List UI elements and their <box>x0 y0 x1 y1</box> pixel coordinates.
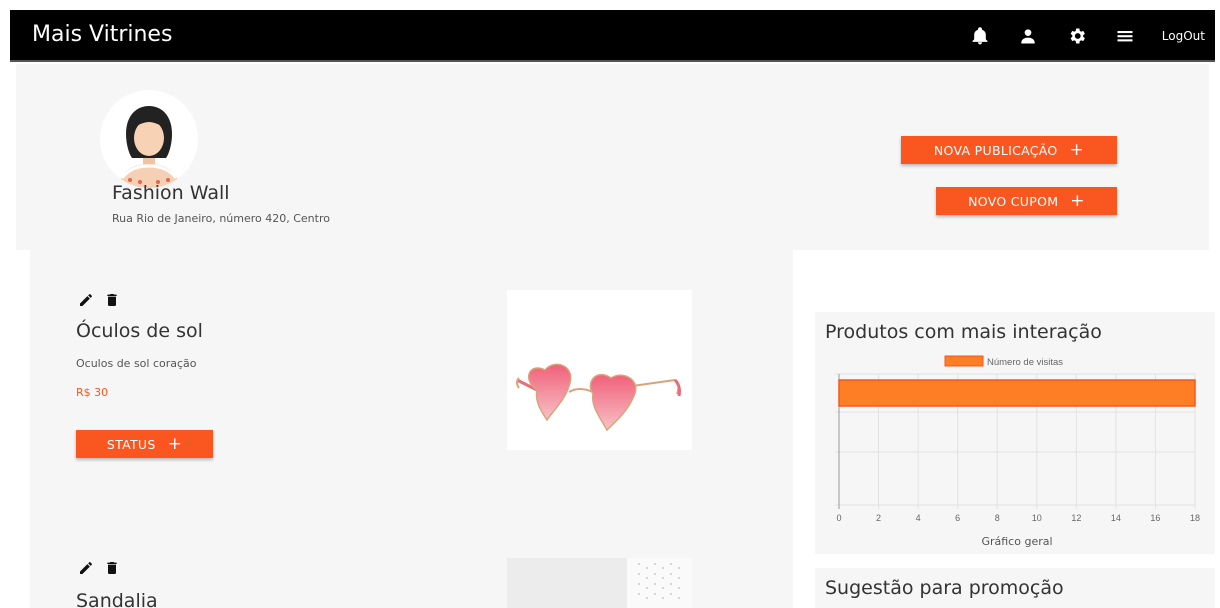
shop-name: Fashion Wall <box>112 182 230 204</box>
gear-icon[interactable] <box>1067 26 1087 46</box>
brand-title[interactable]: Mais Vitrines <box>32 22 172 47</box>
x-tick-label: 2 <box>876 513 881 523</box>
new-post-label: NOVA PUBLICAÇÃO <box>933 142 1058 158</box>
legend-swatch <box>944 355 984 367</box>
product-price: R$ 30 <box>76 386 109 399</box>
plus-icon: + <box>1069 139 1085 160</box>
logout-link[interactable]: LogOut <box>1162 29 1205 43</box>
top-navbar: Mais Vitrines LogOut <box>10 10 1215 62</box>
heart-sunglasses-icon <box>516 363 681 432</box>
product-name: Óculos de sol <box>76 320 203 342</box>
product-name: Sandalia <box>76 590 158 608</box>
edit-icon[interactable] <box>78 292 94 308</box>
woman-avatar-icon <box>118 106 180 188</box>
product-list: Óculos de sol Oculos de sol coração R$ 3… <box>30 250 793 608</box>
x-axis-label: Gráfico geral <box>981 535 1052 548</box>
promo-card: Sugestão para promoção <box>815 568 1215 608</box>
bar <box>838 379 1196 407</box>
x-tick-label: 16 <box>1150 513 1160 523</box>
x-tick-label: 0 <box>836 513 841 523</box>
x-tick-label: 6 <box>955 513 960 523</box>
product-image <box>507 290 692 450</box>
sidebar: Produtos com mais interação Número de vi… <box>793 250 1215 608</box>
shop-address: Rua Rio de Janeiro, número 420, Centro <box>112 212 330 225</box>
x-tick-label: 10 <box>1032 513 1042 523</box>
promo-title: Sugestão para promoção <box>825 577 1064 599</box>
app-window: Mais Vitrines LogOut Fashion Wall Rua Ri… <box>10 10 1215 608</box>
user-icon[interactable] <box>1018 26 1038 46</box>
product-description: Oculos de sol coração <box>76 357 197 370</box>
edit-icon[interactable] <box>78 560 94 576</box>
legend-label: Número de visitas <box>987 357 1063 368</box>
plus-icon: + <box>167 433 183 454</box>
dotted-pattern-icon <box>507 558 692 608</box>
plus-icon: + <box>1070 190 1085 211</box>
x-tick-label: 12 <box>1071 513 1081 523</box>
status-label: STATUS <box>106 436 156 452</box>
product-actions <box>78 292 120 308</box>
status-button[interactable]: STATUS + <box>76 430 213 458</box>
bell-icon[interactable] <box>970 26 990 46</box>
new-post-button[interactable]: NOVA PUBLICAÇÃO + <box>901 136 1117 164</box>
new-coupon-button[interactable]: NOVO CUPOM + <box>936 187 1117 215</box>
menu-icon[interactable] <box>1115 26 1135 46</box>
x-tick-label: 8 <box>995 513 1000 523</box>
x-tick-label: 18 <box>1190 513 1200 523</box>
delete-icon[interactable] <box>104 292 120 308</box>
avatar <box>100 90 198 188</box>
x-tick-label: 14 <box>1111 513 1121 523</box>
product-image <box>507 558 692 608</box>
chart-card: Produtos com mais interação Número de vi… <box>815 312 1215 554</box>
delete-icon[interactable] <box>104 560 120 576</box>
chart-title: Produtos com mais interação <box>825 321 1102 343</box>
product-actions <box>78 560 120 576</box>
new-coupon-label: NOVO CUPOM <box>968 193 1059 209</box>
bar-chart: Número de visitas 0 2 4 6 8 10 12 14 16 18 Gráfico … <box>835 355 1200 548</box>
profile-panel: Fashion Wall Rua Rio de Janeiro, número … <box>16 64 1209 250</box>
x-tick-label: 4 <box>916 513 921 523</box>
